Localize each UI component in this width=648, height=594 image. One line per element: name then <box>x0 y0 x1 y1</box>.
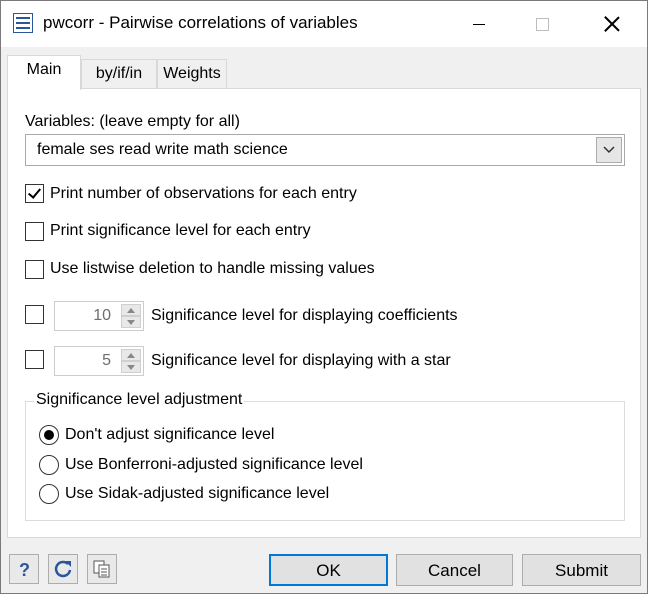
close-button[interactable] <box>589 1 635 47</box>
maximize-icon <box>535 17 549 31</box>
radio-no-adjust[interactable] <box>39 425 59 445</box>
adjustment-groupbox: Significance level adjustment Don't adju… <box>25 391 625 521</box>
star-level-checkbox[interactable] <box>25 350 44 369</box>
spinner-down-button[interactable] <box>121 316 141 328</box>
tab-weights[interactable]: Weights <box>157 59 227 89</box>
coef-level-spinner[interactable]: 10 <box>54 301 144 331</box>
dialog-window: pwcorr - Pairwise correlations of variab… <box>0 0 648 594</box>
sig-checkbox-label[interactable]: Print significance level for each entry <box>50 222 311 240</box>
copy-icon <box>93 560 110 578</box>
radio-sidak-label[interactable]: Use Sidak-adjusted significance level <box>65 485 329 503</box>
tab-by-if-in[interactable]: by/if/in <box>81 59 157 89</box>
star-level-value: 5 <box>102 352 111 369</box>
obs-checkbox[interactable] <box>25 184 44 203</box>
sig-checkbox[interactable] <box>25 222 44 241</box>
app-icon <box>13 13 33 33</box>
coef-level-checkbox[interactable] <box>25 305 44 324</box>
tab-main[interactable]: Main <box>7 55 81 90</box>
reset-button[interactable] <box>48 554 78 584</box>
window-title: pwcorr - Pairwise correlations of variab… <box>43 13 358 32</box>
close-icon <box>604 16 620 32</box>
reset-icon <box>54 560 72 578</box>
arrow-down-icon <box>127 364 135 370</box>
cancel-button[interactable]: Cancel <box>396 554 513 586</box>
coef-level-value: 10 <box>93 307 111 324</box>
spinner-up-button[interactable] <box>121 349 141 361</box>
coef-level-label: Significance level for displaying coeffi… <box>151 307 458 324</box>
radio-sidak[interactable] <box>39 484 59 504</box>
variables-combobox[interactable]: female ses read write math science <box>25 134 625 166</box>
submit-button[interactable]: Submit <box>522 554 641 586</box>
variables-value: female ses read write math science <box>37 141 288 158</box>
variables-label: Variables: (leave empty for all) <box>25 113 240 130</box>
star-level-label: Significance level for displaying with a… <box>151 352 451 369</box>
help-icon: ? <box>19 560 30 579</box>
spinner-down-button[interactable] <box>121 361 141 373</box>
copy-button[interactable] <box>87 554 117 584</box>
listwise-checkbox[interactable] <box>25 260 44 279</box>
obs-checkbox-label[interactable]: Print number of observations for each en… <box>50 185 357 203</box>
arrow-up-icon <box>127 352 135 358</box>
arrow-down-icon <box>127 319 135 325</box>
spinner-up-button[interactable] <box>121 304 141 316</box>
adjustment-group-title: Significance level adjustment <box>34 391 245 409</box>
listwise-checkbox-label[interactable]: Use listwise deletion to handle missing … <box>50 260 375 278</box>
star-level-spinner[interactable]: 5 <box>54 346 144 376</box>
arrow-up-icon <box>127 307 135 313</box>
svg-text:?: ? <box>19 560 30 579</box>
maximize-button[interactable] <box>519 1 565 47</box>
chevron-down-icon <box>603 146 615 154</box>
radio-no-adjust-label[interactable]: Don't adjust significance level <box>65 426 274 444</box>
dropdown-button[interactable] <box>596 137 622 163</box>
title-bar: pwcorr - Pairwise correlations of variab… <box>1 1 647 47</box>
main-tab-panel: Variables: (leave empty for all) female … <box>7 88 641 538</box>
minimize-button[interactable] <box>456 1 502 47</box>
help-button[interactable]: ? <box>9 554 39 584</box>
radio-bonferroni[interactable] <box>39 455 59 475</box>
ok-button[interactable]: OK <box>269 554 388 586</box>
radio-bonferroni-label[interactable]: Use Bonferroni-adjusted significance lev… <box>65 456 363 474</box>
minimize-icon <box>473 23 485 25</box>
